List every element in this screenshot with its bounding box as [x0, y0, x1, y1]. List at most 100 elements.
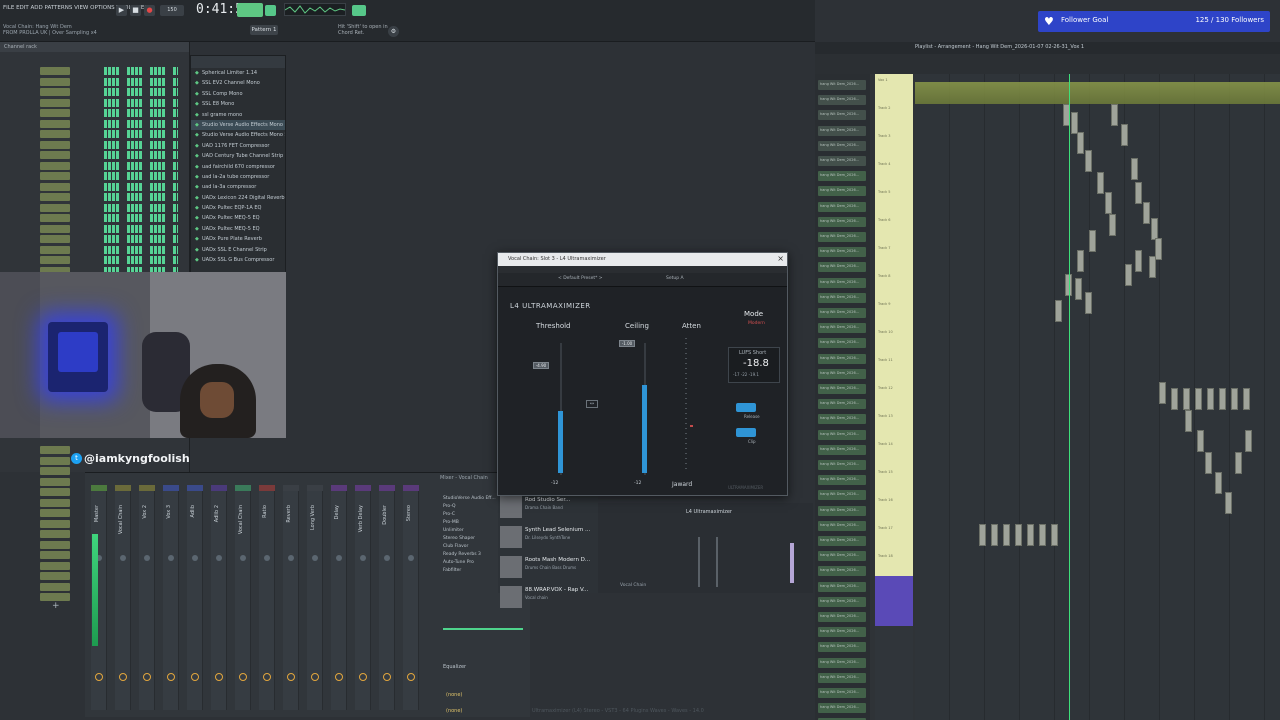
browser-item[interactable]: UADx Pultec MEQ-5 EQ [191, 224, 285, 234]
step-sequencer[interactable] [104, 140, 178, 149]
pattern-clip[interactable] [1051, 524, 1058, 546]
channel-name-button[interactable] [40, 477, 70, 486]
channel-row[interactable] [0, 234, 190, 244]
pattern-clip[interactable] [1219, 388, 1226, 410]
browser-item[interactable]: Studio Verse Audio Effects Mono Stereo [191, 130, 285, 140]
audio-clip[interactable] [915, 82, 1280, 104]
pattern-picker-item[interactable]: hang Wit Dem_2026... [818, 384, 866, 394]
track-header-label[interactable]: Track 6 [878, 218, 891, 222]
channel-row[interactable] [0, 129, 190, 139]
pattern-picker-item[interactable]: hang Wit Dem_2026... [818, 505, 866, 516]
browser-item[interactable]: UADx SSL E Channel Strip [191, 245, 285, 255]
channel-name-button[interactable] [40, 151, 70, 159]
browser-item[interactable]: SSL Comp Mono [191, 89, 285, 99]
browser-item[interactable]: UADx Pultec MEQ-5 EQ [191, 213, 285, 223]
mixer-output-2[interactable]: (none) [446, 703, 462, 719]
pattern-picker-item[interactable]: hang Wit Dem_2026... [818, 216, 866, 227]
channel-row[interactable] [0, 87, 190, 97]
stop-button[interactable]: ■ [130, 5, 141, 16]
channel-row[interactable] [0, 119, 190, 129]
route-button[interactable] [119, 673, 127, 681]
pattern-clip[interactable] [1231, 388, 1238, 410]
pattern-picker-item[interactable]: hang Wit Dem_2026... [818, 338, 866, 349]
pattern-clip[interactable] [1071, 112, 1078, 134]
pattern-clip[interactable] [1197, 430, 1204, 452]
pattern-clip[interactable] [1143, 202, 1150, 224]
pan-knob[interactable] [264, 555, 270, 561]
browser-item[interactable]: UADx Pultec EQP-1A EQ [191, 203, 285, 213]
pattern-clip[interactable] [1215, 472, 1222, 494]
vc-fader-2[interactable] [716, 537, 718, 587]
browser-item[interactable]: Studio Verse Audio Effects Mono [191, 119, 285, 131]
pattern-clip[interactable] [1109, 214, 1116, 236]
preset-list-item[interactable]: Synth Lead Selenium ... Dr. Lilseydx Synt… [498, 523, 598, 551]
channel-name-button[interactable] [40, 214, 70, 222]
route-button[interactable] [263, 673, 271, 681]
route-button[interactable] [239, 673, 247, 681]
route-button[interactable] [95, 673, 103, 681]
pan-knob[interactable] [384, 555, 390, 561]
pattern-clip[interactable] [1121, 124, 1128, 146]
track-header-label[interactable]: Track 7 [878, 246, 891, 250]
mixer-strip[interactable]: Stereo [403, 485, 419, 710]
channel-name-button[interactable] [40, 530, 70, 538]
mode-selector[interactable]: Modern [748, 321, 765, 326]
pattern-clip[interactable] [1131, 158, 1138, 180]
browser-item[interactable]: SSL E8 Mono [191, 99, 285, 109]
insert-slot[interactable]: Stereo Shaper [443, 535, 498, 543]
pattern-clip[interactable] [1105, 192, 1112, 214]
pattern-picker-item[interactable]: hang Wit Dem_2026... [818, 80, 866, 90]
mixer-strip[interactable]: Reverb [283, 485, 299, 710]
channel-name-button[interactable] [40, 572, 70, 580]
main-menu[interactable]: FILE EDIT ADD PATTERNS VIEW OPTIONS TOOL… [3, 5, 151, 11]
pattern-picker-item[interactable]: hang Wit Dem_2026... [818, 460, 866, 470]
channel-name-button[interactable] [40, 509, 70, 517]
pattern-picker-item[interactable]: hang Wit Dem_2026... [818, 657, 866, 668]
pattern-picker-item[interactable]: hang Wit Dem_2026... [818, 536, 866, 546]
route-button[interactable] [143, 673, 151, 681]
insert-slot[interactable]: Club Flavor [443, 543, 498, 551]
play-button[interactable]: ▶ [116, 5, 127, 16]
channel-name-button[interactable] [40, 519, 70, 528]
pattern-clip[interactable] [1027, 524, 1034, 546]
pattern-picker-item[interactable]: hang Wit Dem_2026... [818, 475, 866, 486]
track-header-label[interactable]: Track 3 [878, 134, 891, 138]
step-sequencer[interactable] [104, 119, 178, 128]
pattern-picker-item[interactable]: hang Wit Dem_2026... [818, 353, 866, 364]
route-button[interactable] [311, 673, 319, 681]
step-sequencer[interactable] [104, 193, 178, 201]
channel-name-button[interactable] [40, 582, 70, 591]
track-header-label[interactable]: Track 17 [878, 526, 893, 530]
channel-name-button[interactable] [40, 256, 70, 264]
pan-knob[interactable] [288, 555, 294, 561]
route-button[interactable] [359, 673, 367, 681]
vc-fader-1[interactable] [698, 537, 700, 587]
channel-name-button[interactable] [40, 77, 70, 86]
mixer-strip[interactable]: Vox 3 [163, 485, 179, 710]
pattern-clip[interactable] [1243, 388, 1250, 410]
mixer-strip[interactable]: Vocal Chain [235, 485, 251, 710]
pattern-clip[interactable] [1125, 264, 1132, 286]
route-button[interactable] [287, 673, 295, 681]
channel-name-button[interactable] [40, 224, 70, 233]
pattern-picker-item[interactable]: hang Wit Dem_2026... [818, 612, 866, 622]
preset-list-item[interactable]: Roots Mash Modern D... Drums Chain Bass D… [498, 553, 598, 581]
insert-slot[interactable]: Ready Reverbs 3 [443, 551, 498, 559]
step-sequencer[interactable] [104, 235, 178, 243]
pan-knob[interactable] [144, 555, 150, 561]
pattern-clip[interactable] [1159, 382, 1166, 404]
snap-button[interactable] [265, 5, 276, 16]
pan-knob[interactable] [168, 555, 174, 561]
pattern-picker-item[interactable]: hang Wit Dem_2026... [818, 308, 866, 318]
channel-row[interactable] [0, 224, 190, 234]
pattern-selector[interactable]: Pattern 1 [250, 25, 278, 35]
channel-row[interactable] [0, 140, 190, 150]
track-header-label[interactable]: Track 5 [878, 190, 891, 194]
pattern-picker-item[interactable]: hang Wit Dem_2026... [818, 490, 866, 501]
pattern-picker-item[interactable]: hang Wit Dem_2026... [818, 581, 866, 592]
channel-name-button[interactable] [40, 88, 70, 96]
channel-name-button[interactable] [40, 540, 70, 549]
browser-item[interactable]: UADx SSL G Bus Compressor [191, 255, 285, 265]
step-sequencer[interactable] [104, 214, 178, 222]
pattern-picker-item[interactable]: hang Wit Dem_2026... [818, 551, 866, 562]
